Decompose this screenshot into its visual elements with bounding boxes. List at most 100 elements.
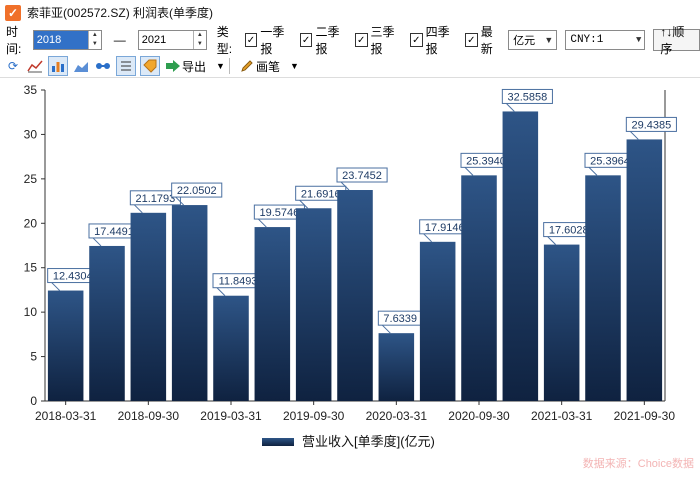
data-label: 25.3940 [466, 155, 506, 167]
toolbar-divider [228, 58, 230, 74]
bar [130, 212, 167, 401]
currency-select-value: CNY:1 [570, 34, 604, 46]
data-label-leader [629, 131, 639, 140]
data-label-leader [133, 204, 143, 214]
checkbox-q3-label: 三季报 [370, 25, 395, 56]
checkbox-checked-icon[interactable]: ✓ [244, 33, 258, 47]
data-label: 32.5858 [508, 91, 548, 103]
chevron-down-icon[interactable]: ▼ [636, 35, 641, 45]
type-label: 类型: [216, 25, 233, 56]
data-label-leader [505, 103, 515, 112]
data-label-leader [423, 233, 433, 243]
bar [378, 333, 415, 401]
data-label: 7.6339 [383, 313, 417, 325]
data-label: 19.5746 [260, 207, 300, 219]
data-label: 29.4385 [632, 119, 672, 131]
bar [626, 139, 663, 401]
end-year-spinner[interactable]: 2021 ▲ ▼ [137, 30, 207, 50]
spin-up-icon[interactable]: ▲ [89, 31, 101, 40]
y-tick-label: 10 [24, 305, 38, 319]
bar-chart-icon[interactable] [48, 56, 68, 76]
data-label-leader [547, 236, 557, 245]
line-chart-icon[interactable] [26, 57, 44, 75]
data-label-leader [51, 282, 61, 291]
bar [295, 208, 332, 401]
data-label-leader [588, 166, 598, 176]
bar [502, 111, 539, 401]
time-label: 时间: [6, 25, 22, 56]
revenue-bar-chart: 0 5 10 15 20 25 30 35 12.4304 17.4491 21.179322.05… [24, 83, 677, 449]
currency-select[interactable]: CNY:1 ▼ [565, 30, 646, 50]
y-tick-label: 0 [30, 394, 37, 408]
x-tick-label: 2020-09-30 [448, 409, 510, 423]
bar [47, 290, 84, 401]
refresh-icon[interactable]: ⟳ [4, 57, 22, 75]
x-tick-label: 2018-03-31 [35, 409, 97, 423]
export-label[interactable]: 导出 [182, 58, 206, 75]
data-label-leader [381, 324, 391, 334]
data-label: 23.7452 [342, 170, 382, 182]
spin-down-icon[interactable]: ▼ [89, 40, 101, 49]
area-chart-icon[interactable] [72, 57, 90, 75]
data-label: 17.6028 [549, 225, 589, 237]
data-label: 25.3964 [590, 155, 630, 167]
y-tick-label: 20 [24, 216, 38, 230]
checkbox-checked-icon[interactable]: ✓ [299, 33, 313, 47]
data-label: 21.6916 [301, 188, 341, 200]
export-icon[interactable] [164, 57, 182, 75]
end-year-value[interactable]: 2021 [139, 31, 193, 49]
unit-select[interactable]: 亿元 ▼ [508, 30, 558, 50]
data-source-watermark: 数据来源：Choice数据 [582, 458, 694, 470]
chevron-down-icon[interactable]: ▼ [216, 61, 225, 71]
data-label: 11.8493 [219, 276, 258, 288]
end-year-arrows[interactable]: ▲ ▼ [192, 31, 206, 49]
data-label: 17.9146 [425, 222, 465, 234]
y-tick-label: 30 [24, 127, 38, 141]
start-year-value[interactable]: 2018 [33, 31, 88, 49]
order-button[interactable]: ↑↓顺序 [653, 25, 700, 56]
checkbox-q1[interactable]: ✓ 一季报 [244, 23, 293, 57]
checkbox-q4[interactable]: ✓ 四季报 [409, 23, 458, 57]
checkbox-q2[interactable]: ✓ 二季报 [299, 23, 348, 57]
window-title: 索菲亚(002572.SZ) 利润表(单季度) [27, 6, 214, 20]
y-tick-label: 35 [24, 83, 38, 97]
y-tick-label: 5 [30, 350, 37, 364]
y-tick-label: 25 [24, 172, 38, 186]
y-tick-label: 15 [24, 261, 38, 275]
checkbox-checked-icon[interactable]: ✓ [409, 33, 423, 47]
list-icon[interactable] [116, 56, 136, 76]
chevron-down-icon[interactable]: ▼ [290, 61, 299, 71]
spin-down-icon[interactable]: ▼ [194, 40, 206, 49]
title-bar: ✓ 索菲亚(002572.SZ) 利润表(单季度) [0, 0, 700, 25]
checkbox-latest[interactable]: ✓ 最新 [464, 23, 502, 57]
chevron-down-icon[interactable]: ▼ [544, 35, 553, 45]
start-year-spinner[interactable]: 2018 ▲ ▼ [32, 30, 102, 50]
link-icon[interactable] [94, 57, 112, 75]
data-label-leader [464, 167, 474, 176]
bar [254, 227, 291, 401]
start-year-arrows[interactable]: ▲ ▼ [87, 31, 101, 49]
bar [585, 175, 621, 401]
x-tick-label: 2019-03-31 [200, 409, 262, 423]
unit-select-value: 亿元 [513, 35, 536, 47]
bar [213, 295, 249, 401]
tag-icon[interactable] [140, 56, 160, 76]
pen-icon[interactable] [238, 57, 256, 75]
bar [419, 241, 456, 401]
spin-up-icon[interactable]: ▲ [194, 31, 206, 40]
bar [543, 244, 580, 401]
data-label: 12.4304 [53, 271, 93, 283]
chart-toolbar: ⟳ 导出 ▼ 画笔 ▼ [0, 55, 700, 78]
data-label: 17.4491 [94, 226, 134, 238]
checkbox-checked-icon[interactable]: ✓ [354, 33, 368, 47]
bar [461, 175, 497, 401]
x-tick-label: 2021-03-31 [531, 409, 593, 423]
x-tick-label: 2020-03-31 [366, 409, 428, 423]
checkbox-q1-label: 一季报 [260, 25, 285, 56]
checkbox-checked-icon[interactable]: ✓ [464, 33, 478, 47]
x-tick-label: 2019-09-30 [283, 409, 345, 423]
checkbox-q3[interactable]: ✓ 三季报 [354, 23, 403, 57]
checkbox-q4-label: 四季报 [425, 25, 450, 56]
draw-label[interactable]: 画笔 [256, 58, 280, 75]
bar [89, 245, 125, 401]
